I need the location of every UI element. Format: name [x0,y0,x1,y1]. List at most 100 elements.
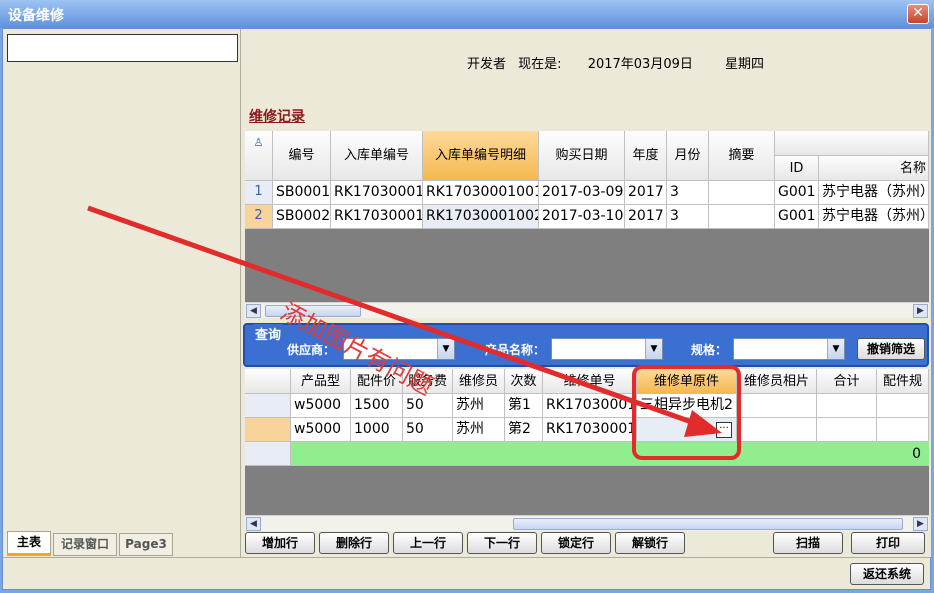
row-header[interactable] [245,418,291,442]
total-value: 0 [912,446,921,462]
table-cell[interactable] [737,394,817,418]
ellipsis-button[interactable]: ··· [716,422,732,438]
col-header-summary[interactable]: 摘要 [709,131,775,181]
table-cell[interactable]: RK17030001 [331,181,423,205]
current-weekday: 星期四 [725,57,765,72]
top-grid-scrollbar[interactable]: ◀ ▶ [245,302,929,318]
col-header-supplier-id[interactable]: ID [775,156,819,181]
unlock-row-button[interactable]: 解锁行 [615,532,685,554]
table-cell[interactable]: 三相异步电机2 [637,394,737,418]
parts-grid-scrollbar[interactable]: ◀ ▶ [245,515,929,531]
table-cell[interactable]: 50 [403,418,453,442]
table-cell[interactable]: 苏州 [453,394,505,418]
grid-corner-icon[interactable]: ♙ [245,131,273,181]
col-header-part-spec[interactable]: 配件规 [877,369,929,394]
next-row-button[interactable]: 下一行 [467,532,537,554]
table-cell[interactable]: w5000 [291,418,351,442]
add-row-button[interactable]: 增加行 [245,532,315,554]
left-search-input[interactable] [7,34,238,62]
table-cell[interactable]: SB0001 [273,181,331,205]
row-header[interactable]: 1 [245,181,273,205]
table-cell[interactable]: 第2 [505,418,543,442]
table-cell[interactable]: RK17030001001 [423,181,539,205]
return-system-button[interactable]: 返还系统 [850,563,924,585]
chevron-down-icon[interactable]: ▼ [645,339,662,359]
table-cell[interactable]: 第1 [505,394,543,418]
table-cell[interactable]: G001 [775,205,819,229]
scroll-right-arrow-icon[interactable]: ▶ [913,517,928,531]
col-header-count[interactable]: 次数 [505,369,543,394]
table-cell[interactable]: 3 [667,181,709,205]
table-cell[interactable]: 苏宁电器（苏州） [819,205,929,229]
chevron-down-icon[interactable]: ▼ [827,339,844,359]
table-cell[interactable]: RK17030001 [543,394,637,418]
table-cell[interactable]: 1500 [351,394,403,418]
tab-page3[interactable]: Page3 [119,533,173,556]
table-cell[interactable] [817,394,877,418]
page-tabs: 主表 记录窗口 Page3 [3,529,241,557]
table-cell[interactable]: 2017 [625,181,667,205]
col-header-id[interactable]: 编号 [273,131,331,181]
tab-record-window[interactable]: 记录窗口 [53,533,117,556]
col-header-total[interactable]: 合计 [817,369,877,394]
grid-corner[interactable] [245,369,291,394]
col-header-month[interactable]: 月份 [667,131,709,181]
table-cell[interactable] [817,418,877,442]
table-cell[interactable] [709,181,775,205]
prev-row-button[interactable]: 上一行 [393,532,463,554]
table-cell[interactable] [877,394,929,418]
row-header[interactable] [245,394,291,418]
col-header-technician-photo[interactable]: 维修员相片 [737,369,817,394]
row-header[interactable] [245,442,291,466]
col-header-repair-no[interactable]: 维修单号 [543,369,637,394]
table-cell[interactable] [737,418,817,442]
scroll-left-arrow-icon[interactable]: ◀ [246,517,261,531]
repair-original-cell[interactable]: ··· [637,418,737,442]
table-cell[interactable]: 50 [403,394,453,418]
product-name-select[interactable]: ▼ [551,338,663,360]
col-group-header [775,131,929,156]
col-header-purchase-date[interactable]: 购买日期 [539,131,625,181]
table-cell[interactable]: SB0002 [273,205,331,229]
print-button[interactable]: 打印 [851,532,925,554]
col-header-stock-detail[interactable]: 入库单编号明细 [423,131,539,181]
table-cell[interactable]: RK17030001 [331,205,423,229]
table-cell[interactable]: 3 [667,205,709,229]
status-bar: 返还系统 [3,557,930,589]
col-header-product-model[interactable]: 产品型 [291,369,351,394]
table-cell[interactable]: 2017-03-10 [539,205,625,229]
table-cell[interactable]: RK17030001002 [423,205,539,229]
spec-label: 规格： [691,343,728,357]
col-header-year[interactable]: 年度 [625,131,667,181]
row-header[interactable]: 2 [245,205,273,229]
close-button[interactable]: ✕ [907,4,929,24]
scroll-right-arrow-icon[interactable]: ▶ [913,304,928,318]
table-cell[interactable] [709,205,775,229]
table-cell[interactable]: 1000 [351,418,403,442]
scroll-thumb[interactable] [513,518,903,530]
spec-select[interactable]: ▼ [733,338,845,360]
table-cell[interactable]: 苏州 [453,418,505,442]
col-header-repair-original[interactable]: 维修单原件 [637,369,737,394]
query-title: 查询 [253,324,284,343]
col-header-technician[interactable]: 维修员 [453,369,505,394]
table-cell[interactable]: 苏宁电器（苏州） [819,181,929,205]
table-cell[interactable]: RK17030001 [543,418,637,442]
scan-button[interactable]: 扫描 [773,532,843,554]
current-date: 2017年03月09日 [587,57,693,72]
table-cell[interactable]: 2017 [625,205,667,229]
cancel-filter-button[interactable]: 撤销筛选 [857,338,925,360]
col-header-stock-no[interactable]: 入库单编号 [331,131,423,181]
lock-row-button[interactable]: 锁定行 [541,532,611,554]
scroll-left-arrow-icon[interactable]: ◀ [246,304,261,318]
developer-label: 开发者 [467,57,507,72]
tab-main[interactable]: 主表 [7,531,51,556]
table-cell[interactable] [877,418,929,442]
table-cell[interactable]: G001 [775,181,819,205]
delete-row-button[interactable]: 删除行 [319,532,389,554]
col-header-name[interactable]: 名称 [819,156,929,181]
table-cell[interactable]: w5000 [291,394,351,418]
table-cell[interactable]: 2017-03-09 [539,181,625,205]
right-panel: 开发者 现在是: 2017年03月09日 星期四 维修记录 ♙ 编号 入库单编号… [243,29,931,557]
chevron-down-icon[interactable]: ▼ [437,339,454,359]
